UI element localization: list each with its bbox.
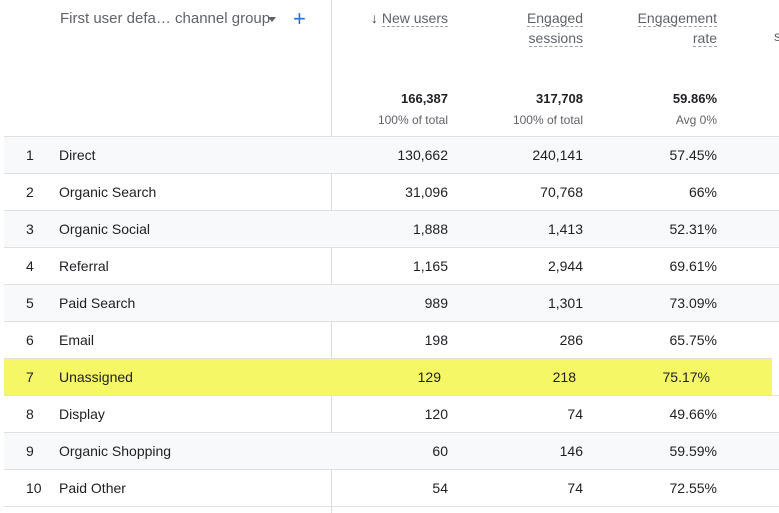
- column-header-engaged-sessions[interactable]: Engaged sessions: [526, 8, 583, 48]
- table-bottom-border: [4, 506, 779, 508]
- table-row[interactable]: 4 Referral 1,165 2,944 69.61%: [4, 247, 779, 284]
- new-users-value: 130,662: [397, 147, 448, 163]
- row-index: 10: [26, 480, 42, 496]
- channel-name: Referral: [59, 258, 109, 274]
- engaged-sessions-value: 146: [559, 443, 583, 459]
- row-index: 8: [26, 406, 34, 422]
- next-column-header-partial: s: [774, 28, 779, 44]
- channel-name: Organic Shopping: [59, 443, 172, 459]
- chevron-down-icon[interactable]: [268, 17, 276, 22]
- dimension-selector[interactable]: First user defa… channel group: [60, 10, 270, 27]
- total-new-users: 166,387: [401, 91, 448, 106]
- engagement-rate-value: 72.55%: [669, 480, 717, 496]
- column-header-engagement-rate[interactable]: Engagement rate: [637, 8, 717, 48]
- dimension-label: First user defa… channel group: [60, 10, 271, 27]
- new-users-value: 60: [432, 443, 448, 459]
- engaged-sessions-value: 2,944: [547, 258, 583, 274]
- table-row[interactable]: 5 Paid Search 989 1,301 73.09%: [4, 284, 779, 321]
- engagement-rate-value: 66%: [688, 184, 717, 200]
- row-index: 9: [26, 443, 34, 459]
- channel-name: Display: [59, 406, 105, 422]
- new-users-value: 989: [424, 295, 448, 311]
- table-row[interactable]: 7 Unassigned 129 218 75.17%: [4, 358, 772, 395]
- new-users-value: 31,096: [405, 184, 448, 200]
- table-row[interactable]: 9 Organic Shopping 60 146 59.59%: [4, 432, 779, 469]
- engaged-sessions-value: 70,768: [540, 184, 583, 200]
- engaged-sessions-value: 1,413: [547, 221, 583, 237]
- total-engagement-rate: 59.86%: [672, 91, 717, 106]
- channel-name: Paid Search: [59, 295, 136, 311]
- row-index: 4: [26, 258, 34, 274]
- table-row[interactable]: 3 Organic Social 1,888 1,413 52.31%: [4, 210, 779, 247]
- column-label-line2: rate: [692, 30, 717, 47]
- channel-name: Paid Other: [59, 480, 126, 496]
- table-row[interactable]: 6 Email 198 286 65.75%: [4, 321, 779, 358]
- column-label: New users: [381, 10, 448, 27]
- table-row[interactable]: 8 Display 120 74 49.66%: [4, 395, 779, 432]
- new-users-value: 1,888: [412, 221, 448, 237]
- engagement-rate-value: 52.31%: [669, 221, 717, 237]
- engagement-rate-value: 65.75%: [669, 332, 717, 348]
- engaged-sessions-value: 286: [559, 332, 583, 348]
- engagement-rate-value: 57.45%: [669, 147, 717, 163]
- table-row[interactable]: 1 Direct 130,662 240,141 57.45%: [4, 136, 779, 173]
- channel-name: Email: [59, 332, 95, 348]
- engaged-sessions-value: 74: [567, 480, 583, 496]
- channel-name: Direct: [59, 147, 96, 163]
- new-users-value: 120: [424, 406, 448, 422]
- column-header-new-users[interactable]: ↓ New users: [371, 8, 448, 28]
- row-index: 5: [26, 295, 34, 311]
- engagement-rate-value: 69.61%: [669, 258, 717, 274]
- engagement-rate-value: 73.09%: [669, 295, 717, 311]
- row-index: 3: [26, 221, 34, 237]
- row-index: 6: [26, 332, 34, 348]
- total-engaged-sessions-sub: 100% of total: [512, 113, 583, 127]
- channel-name: Unassigned: [59, 369, 133, 385]
- total-new-users-sub: 100% of total: [377, 113, 448, 127]
- engagement-rate-value: 75.17%: [662, 369, 710, 385]
- engaged-sessions-value: 74: [567, 406, 583, 422]
- channel-name: Organic Social: [59, 221, 151, 237]
- engaged-sessions-value: 240,141: [532, 147, 583, 163]
- new-users-value: 129: [417, 369, 441, 385]
- new-users-value: 54: [432, 480, 448, 496]
- row-index: 2: [26, 184, 34, 200]
- plus-icon[interactable]: +: [293, 5, 306, 33]
- column-label-line2: sessions: [528, 30, 583, 47]
- sort-down-arrow-icon: ↓: [370, 10, 378, 26]
- engagement-rate-value: 49.66%: [669, 406, 717, 422]
- engagement-rate-value: 59.59%: [669, 443, 717, 459]
- new-users-value: 198: [424, 332, 448, 348]
- table-row[interactable]: 10 Paid Other 54 74 72.55%: [4, 469, 779, 506]
- total-engagement-rate-sub: Avg 0%: [675, 113, 717, 127]
- table-row[interactable]: 2 Organic Search 31,096 70,768 66%: [4, 173, 779, 210]
- row-index: 7: [26, 369, 34, 385]
- engaged-sessions-value: 1,301: [547, 295, 583, 311]
- new-users-value: 1,165: [412, 258, 448, 274]
- total-engaged-sessions: 317,708: [536, 91, 583, 106]
- column-label-line1: Engagement: [637, 10, 717, 27]
- row-index: 1: [26, 147, 34, 163]
- channel-name: Organic Search: [59, 184, 157, 200]
- column-label-line1: Engaged: [526, 10, 583, 27]
- engaged-sessions-value: 218: [552, 369, 576, 385]
